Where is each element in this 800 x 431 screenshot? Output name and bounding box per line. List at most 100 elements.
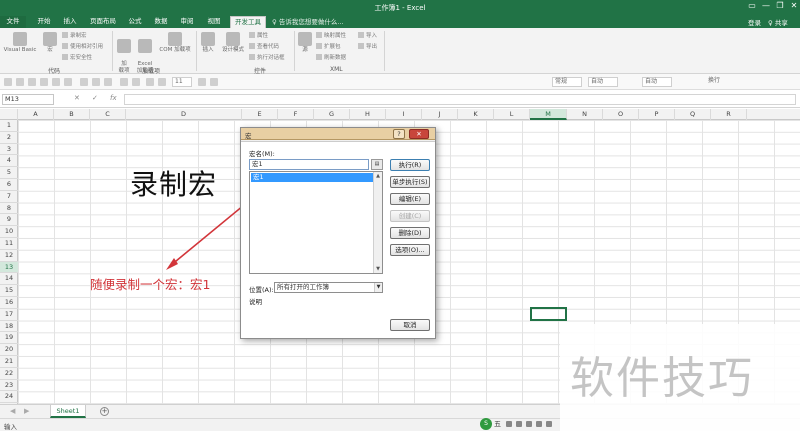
insert-control-button[interactable]: 插入 <box>200 32 216 54</box>
location-select[interactable]: 所有打开的工作簿 ▼ <box>274 282 383 293</box>
row-header[interactable]: 2 <box>0 132 18 144</box>
column-header[interactable]: J <box>422 109 458 120</box>
row-header[interactable]: 17 <box>0 309 18 321</box>
font-color-icon[interactable] <box>158 78 166 86</box>
row-header[interactable]: 14 <box>0 273 18 286</box>
underline-icon[interactable] <box>64 78 72 86</box>
macro-name-input[interactable]: 宏1 <box>249 159 369 170</box>
relative-refs-button[interactable]: 使用相对引用 <box>62 42 103 50</box>
column-header[interactable]: D <box>126 109 242 120</box>
font-size-select[interactable]: 11 <box>172 77 192 87</box>
ime-menu-icon[interactable] <box>546 421 552 427</box>
dialog-close-button[interactable]: ✕ <box>409 129 429 139</box>
align-center-icon[interactable] <box>92 78 100 86</box>
import-button[interactable]: 导入 <box>358 31 377 39</box>
column-header[interactable]: G <box>314 109 350 120</box>
column-header[interactable]: K <box>458 109 494 120</box>
row-header-selected[interactable]: 13 <box>0 261 18 274</box>
view-code-button[interactable]: 查看代码 <box>249 42 279 50</box>
row-header[interactable]: 9 <box>0 214 18 227</box>
map-properties-button[interactable]: 映射属性 <box>316 31 346 39</box>
format-painter-icon[interactable] <box>28 78 36 86</box>
row-header[interactable]: 8 <box>0 203 18 215</box>
minimize-icon[interactable]: — <box>759 1 773 10</box>
scroll-up-icon[interactable]: ▲ <box>374 172 382 180</box>
column-header[interactable]: O <box>603 109 639 120</box>
name-box[interactable]: M13 <box>2 94 54 105</box>
select-all-corner[interactable] <box>0 109 18 120</box>
step-into-button[interactable]: 单步执行(S) <box>390 176 430 188</box>
row-header[interactable]: 4 <box>0 155 18 168</box>
row-header[interactable]: 24 <box>0 391 18 404</box>
restore-icon[interactable]: ❐ <box>773 1 787 10</box>
cancel-entry-icon[interactable]: ✕ <box>74 94 80 102</box>
run-button[interactable]: 执行(R) <box>390 159 430 171</box>
tell-me-search[interactable]: ♀ 告诉我您想要做什么... <box>272 16 344 26</box>
visual-basic-button[interactable]: Visual Basic <box>2 32 38 54</box>
row-header[interactable]: 6 <box>0 179 18 191</box>
merge-icon[interactable] <box>120 78 128 86</box>
column-header[interactable]: B <box>54 109 90 120</box>
row-header[interactable]: 23 <box>0 380 18 392</box>
align-right-icon[interactable] <box>104 78 112 86</box>
row-header[interactable]: 5 <box>0 167 18 179</box>
wrap-text-option[interactable]: 换行 <box>706 77 732 87</box>
xml-source-button[interactable]: 源 <box>298 32 312 54</box>
tab-view[interactable]: 视图 <box>202 16 226 28</box>
add-sheet-icon[interactable]: + <box>100 407 109 416</box>
row-header[interactable]: 22 <box>0 368 18 380</box>
tab-developer[interactable]: 开发工具 <box>230 16 266 28</box>
next-sheet-icon[interactable]: ▶ <box>24 407 29 415</box>
macro-list[interactable]: 宏1 ▲ ▼ <box>249 171 383 274</box>
macros-button[interactable]: 宏 <box>42 32 58 54</box>
ime-logo-icon[interactable]: S <box>480 418 492 430</box>
cancel-button[interactable]: 取消 <box>390 319 430 331</box>
tab-review[interactable]: 审阅 <box>176 16 198 28</box>
ime-mode-indicator[interactable]: 五 <box>494 419 501 429</box>
ime-punct-icon[interactable] <box>516 421 522 427</box>
decrease-font-icon[interactable] <box>210 78 218 86</box>
column-header[interactable]: R <box>711 109 747 120</box>
create-button[interactable]: 创建(C) <box>390 210 430 222</box>
fill-color-icon[interactable] <box>146 78 154 86</box>
properties-button[interactable]: 属性 <box>249 31 268 39</box>
row-header[interactable]: 20 <box>0 344 18 356</box>
addins-button[interactable]: 加 载项 <box>116 32 132 75</box>
column-header[interactable]: F <box>278 109 314 120</box>
help-icon[interactable]: ? <box>393 129 405 139</box>
fill-auto-select[interactable]: 自动 <box>642 77 672 87</box>
export-button[interactable]: 导出 <box>358 42 377 50</box>
align-left-icon[interactable] <box>80 78 88 86</box>
row-header[interactable]: 16 <box>0 297 18 309</box>
italic-icon[interactable] <box>52 78 60 86</box>
dialog-title-bar[interactable]: 宏 ? ✕ <box>241 128 435 140</box>
column-header[interactable]: E <box>242 109 278 120</box>
formula-input[interactable] <box>124 94 796 105</box>
filter-icon[interactable] <box>4 78 12 86</box>
ime-keyboard-icon[interactable] <box>526 421 532 427</box>
com-addins-button[interactable]: COM 加载项 <box>158 32 192 54</box>
ime-skin-icon[interactable] <box>536 421 542 427</box>
column-header-selected[interactable]: M <box>530 109 567 120</box>
row-header[interactable]: 19 <box>0 332 18 345</box>
record-macro-button[interactable]: 录制宏 <box>62 31 87 39</box>
number-format-select[interactable]: 常规 <box>552 77 582 87</box>
delete-button[interactable]: 删除(D) <box>390 227 430 239</box>
chevron-down-icon[interactable]: ▼ <box>374 283 382 292</box>
active-cell[interactable] <box>530 307 567 321</box>
run-dialog-button[interactable]: 执行对话框 <box>249 53 285 61</box>
scroll-down-icon[interactable]: ▼ <box>374 265 382 273</box>
row-header[interactable]: 10 <box>0 226 18 238</box>
tab-file[interactable]: 文件 <box>0 16 26 28</box>
options-button[interactable]: 选项(O)... <box>390 244 430 256</box>
row-header[interactable]: 1 <box>0 120 18 132</box>
insert-function-icon[interactable]: fx <box>110 94 117 102</box>
edit-button[interactable]: 编辑(E) <box>390 193 430 205</box>
row-header[interactable]: 3 <box>0 144 18 156</box>
refresh-data-button[interactable]: 刷新数据 <box>316 53 346 61</box>
row-header[interactable]: 11 <box>0 238 18 250</box>
tab-page-layout[interactable]: 页面布局 <box>86 16 120 28</box>
tab-insert[interactable]: 插入 <box>58 16 82 28</box>
row-header[interactable]: 7 <box>0 191 18 203</box>
border-icon[interactable] <box>132 78 140 86</box>
